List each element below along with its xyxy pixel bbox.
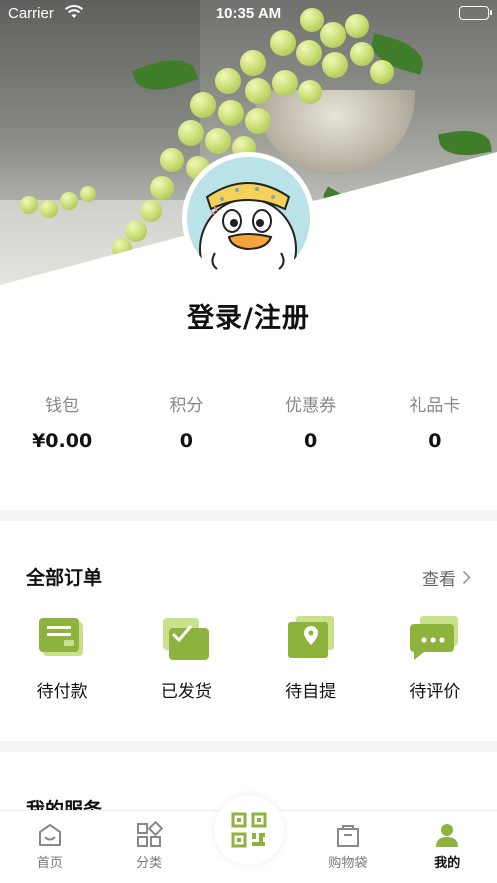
- stat-label: 积分: [169, 396, 204, 416]
- tab-home[interactable]: 首页: [0, 811, 99, 883]
- view-all-label: 查看: [422, 570, 456, 590]
- category-grid-icon: [137, 821, 164, 847]
- stat-value: ¥0.00: [32, 430, 93, 452]
- login-register-link[interactable]: 登录/注册: [0, 296, 497, 335]
- status-bar: Carrier 10:35 AM: [0, 0, 497, 28]
- qr-scan-icon: [231, 812, 267, 848]
- chat-bubble-icon: [409, 612, 460, 662]
- stat-value: 0: [428, 430, 442, 452]
- view-all-orders-link[interactable]: 查看: [422, 565, 471, 590]
- order-pending-payment[interactable]: 待付款: [0, 612, 124, 702]
- tab-label: 分类: [136, 856, 163, 871]
- battery-icon: [459, 6, 492, 20]
- clock: 10:35 AM: [215, 5, 282, 22]
- home-icon: [38, 824, 61, 846]
- map-pin-icon: [286, 612, 336, 662]
- order-status-list: 待付款 已发货 待自提 待评价: [0, 612, 497, 702]
- stat-points[interactable]: 积分 0: [124, 392, 248, 462]
- tab-label: 购物袋: [328, 856, 368, 871]
- order-status-label: 待付款: [36, 682, 88, 702]
- tab-label: 我的: [434, 856, 461, 871]
- stat-value: 0: [304, 430, 318, 452]
- tab-label: 首页: [36, 856, 63, 871]
- stat-label: 礼品卡: [409, 396, 461, 416]
- stat-wallet[interactable]: 钱包 ¥0.00: [0, 392, 124, 462]
- orders-title: 全部订单: [26, 567, 103, 589]
- tab-profile[interactable]: 我的: [398, 811, 497, 883]
- stat-label: 优惠券: [285, 396, 337, 416]
- tab-shopping-bag[interactable]: 购物袋: [298, 811, 397, 883]
- order-status-label: 待评价: [409, 682, 461, 702]
- stat-gift-cards[interactable]: 礼品卡 0: [373, 392, 497, 462]
- avatar[interactable]: [182, 152, 315, 285]
- wallet-card-icon: [37, 612, 87, 662]
- chevron-right-icon: [462, 570, 471, 585]
- order-status-label: 待自提: [285, 682, 337, 702]
- tab-category[interactable]: 分类: [99, 811, 198, 883]
- stat-coupons[interactable]: 优惠券 0: [249, 392, 373, 462]
- stat-value: 0: [179, 430, 193, 452]
- stat-label: 钱包: [45, 396, 80, 416]
- order-pickup[interactable]: 待自提: [249, 612, 373, 702]
- shopping-bag-icon: [336, 825, 359, 847]
- duck-avatar-icon: [199, 182, 297, 280]
- order-to-review[interactable]: 待评价: [373, 612, 497, 702]
- user-icon: [436, 824, 459, 847]
- account-stats: 钱包 ¥0.00 积分 0 优惠券 0 礼品卡 0: [0, 392, 497, 462]
- order-shipped[interactable]: 已发货: [124, 612, 248, 702]
- check-box-icon: [161, 612, 211, 662]
- order-status-label: 已发货: [160, 682, 212, 702]
- scan-button[interactable]: [214, 795, 284, 865]
